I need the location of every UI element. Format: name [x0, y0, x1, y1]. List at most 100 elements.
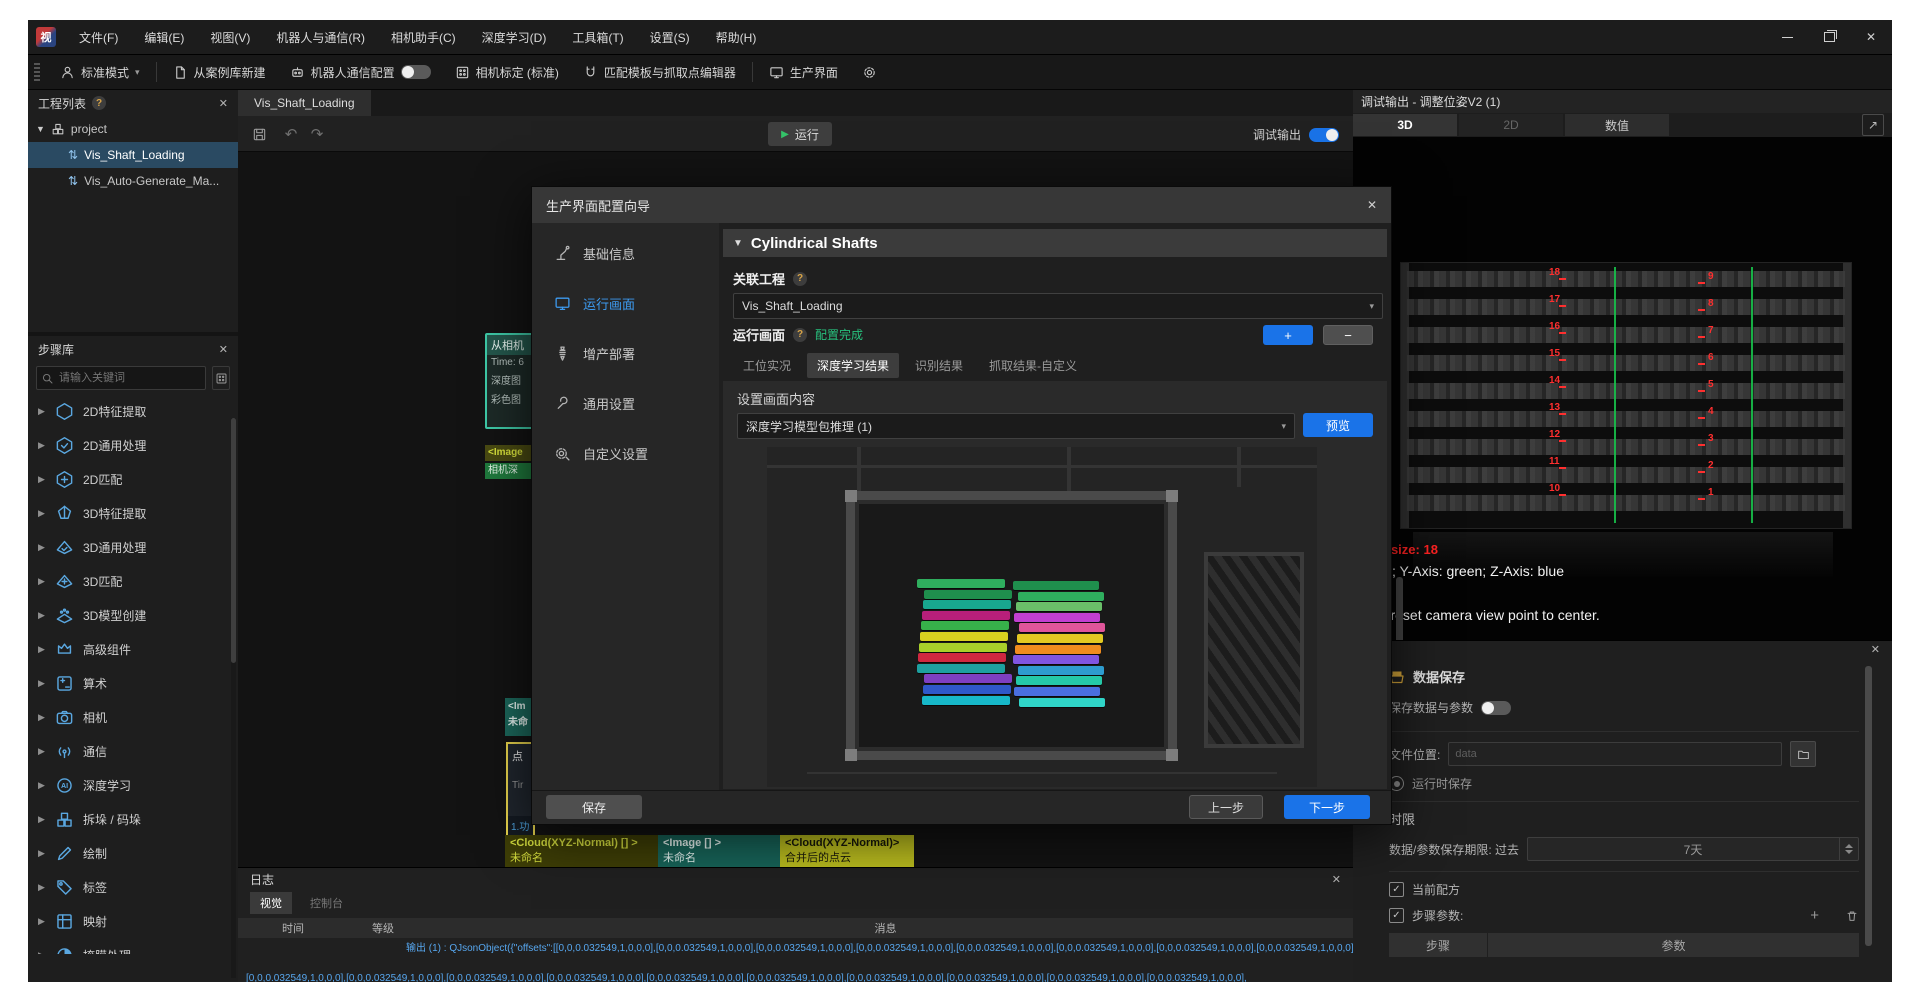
step-category-5[interactable]: ▶3D匹配: [28, 564, 238, 598]
step-params-checkbox[interactable]: ✓: [1389, 908, 1404, 923]
run-screen-tab-0[interactable]: 工位实况: [733, 353, 801, 378]
expand-icon[interactable]: ▶: [38, 780, 46, 791]
close-icon[interactable]: ✕: [219, 97, 228, 110]
expand-icon[interactable]: ▶: [38, 576, 46, 587]
step-search-input[interactable]: [36, 366, 206, 390]
current-recipe-checkbox[interactable]: ✓: [1389, 882, 1404, 897]
viewport-scrollbar[interactable]: [1396, 577, 1403, 640]
menu-item-5[interactable]: 深度学习(D): [469, 20, 560, 54]
dialog-nav-3[interactable]: 通用设置: [532, 389, 719, 417]
maximize-button[interactable]: [1808, 20, 1850, 54]
save-data-toggle[interactable]: [1481, 701, 1511, 715]
debug-output-toggle[interactable]: [1309, 128, 1339, 142]
settings-gear-button[interactable]: [850, 54, 889, 90]
undo-button[interactable]: ↶: [280, 123, 302, 145]
toolbar-button-1[interactable]: 机器人通信配置: [278, 54, 443, 90]
step-category-2[interactable]: ▶2D匹配: [28, 462, 238, 496]
expand-icon[interactable]: ▶: [38, 678, 46, 689]
port-type-tag-1[interactable]: <Image [] >未命名: [658, 835, 783, 869]
minimize-button[interactable]: [1766, 20, 1808, 54]
debug-tab-数值[interactable]: 数值: [1565, 114, 1669, 136]
dialog-nav-0[interactable]: 基础信息: [532, 239, 719, 267]
linked-project-select[interactable]: Vis_Shaft_Loading ▾: [733, 293, 1383, 319]
step-category-3[interactable]: ▶3D特征提取: [28, 496, 238, 530]
node-footer-link[interactable]: 1.功: [508, 816, 533, 835]
help-icon[interactable]: ?: [793, 272, 807, 286]
file-location-input[interactable]: [1448, 742, 1782, 766]
redo-button[interactable]: ↷: [306, 123, 328, 145]
help-icon[interactable]: ?: [92, 96, 106, 110]
robot-comm-toggle[interactable]: [401, 65, 431, 79]
panel-scrollbar[interactable]: [1865, 666, 1872, 946]
step-category-12[interactable]: ▶拆垛 / 码垛: [28, 802, 238, 836]
expand-icon[interactable]: ▶: [38, 406, 46, 417]
expand-icon[interactable]: ▶: [38, 508, 46, 519]
toolbar-button-0[interactable]: 从案例库新建: [161, 54, 278, 90]
step-category-1[interactable]: ▶2D通用处理: [28, 428, 238, 462]
close-icon[interactable]: ✕: [1332, 873, 1341, 886]
project-root-row[interactable]: ▼ project: [28, 116, 238, 142]
expand-icon[interactable]: ▶: [38, 916, 46, 927]
expand-icon[interactable]: ▶: [38, 746, 46, 757]
toolbar-button-3[interactable]: 匹配模板与抓取点编辑器: [571, 54, 748, 90]
step-category-0[interactable]: ▶2D特征提取: [28, 394, 238, 428]
expand-icon[interactable]: ▶: [38, 542, 46, 553]
expand-icon[interactable]: ▶: [38, 440, 46, 451]
drag-handle[interactable]: [34, 63, 40, 81]
close-icon[interactable]: ✕: [219, 343, 228, 356]
menu-item-2[interactable]: 视图(V): [197, 20, 263, 54]
pop-out-button[interactable]: ↗: [1862, 114, 1884, 136]
expand-icon[interactable]: ▶: [38, 644, 46, 655]
step-category-15[interactable]: ▶映射: [28, 904, 238, 938]
expand-icon[interactable]: ▶: [38, 882, 46, 893]
step-panel-toggle-button[interactable]: [212, 366, 230, 390]
section-header[interactable]: ▼ Cylindrical Shafts: [723, 229, 1387, 257]
step-category-10[interactable]: ▶通信: [28, 734, 238, 768]
toolbar-button-2[interactable]: 相机标定 (标准): [443, 54, 571, 90]
dialog-nav-1[interactable]: 运行画面: [532, 289, 719, 317]
step-category-7[interactable]: ▶高级组件: [28, 632, 238, 666]
expand-icon[interactable]: ▶: [38, 474, 46, 485]
spinner-arrows[interactable]: [1839, 838, 1858, 860]
close-icon[interactable]: ✕: [1871, 643, 1880, 656]
expand-icon[interactable]: ▶: [38, 848, 46, 859]
expand-icon[interactable]: ▶: [38, 950, 46, 955]
log-tab-0[interactable]: 视觉: [250, 892, 292, 914]
step-category-8[interactable]: ▶算术: [28, 666, 238, 700]
save-button[interactable]: 保存: [546, 795, 642, 819]
debug-tab-3d[interactable]: 3D: [1353, 114, 1457, 136]
previous-step-button[interactable]: 上一步: [1189, 795, 1263, 819]
save-project-button[interactable]: [248, 123, 270, 145]
remove-screen-button[interactable]: −: [1323, 325, 1373, 345]
menu-item-6[interactable]: 工具箱(T): [559, 20, 636, 54]
step-category-13[interactable]: ▶绘制: [28, 836, 238, 870]
3d-viewport[interactable]: 181716151413121110987654321 ist 1: size:…: [1353, 137, 1892, 640]
port-type-tag-2[interactable]: <Cloud(XYZ-Normal)>合并后的点云: [780, 835, 914, 869]
debug-tab-2d[interactable]: 2D: [1459, 114, 1563, 136]
step-category-6[interactable]: ▶3D模型创建: [28, 598, 238, 632]
dialog-nav-2[interactable]: 增产部署: [532, 339, 719, 367]
help-icon[interactable]: ?: [793, 328, 807, 342]
dialog-titlebar[interactable]: 生产界面配置向导 ✕: [532, 187, 1391, 223]
dialog-nav-4[interactable]: 自定义设置: [532, 439, 719, 467]
project-item-1[interactable]: ⇅Vis_Auto-Generate_Ma...: [28, 168, 238, 194]
preview-button[interactable]: 预览: [1303, 413, 1373, 437]
log-tab-1[interactable]: 控制台: [300, 892, 353, 914]
menu-item-4[interactable]: 相机助手(C): [378, 20, 469, 54]
menu-item-0[interactable]: 文件(F): [66, 20, 131, 54]
run-screen-tab-2[interactable]: 识别结果: [905, 353, 973, 378]
step-category-4[interactable]: ▶3D通用处理: [28, 530, 238, 564]
document-tab[interactable]: Vis_Shaft_Loading: [238, 90, 371, 116]
trash-icon[interactable]: [1845, 909, 1859, 923]
close-button[interactable]: ✕: [1850, 20, 1892, 54]
content-select[interactable]: 深度学习模型包推理 (1) ▾: [737, 413, 1295, 439]
close-icon[interactable]: ✕: [1367, 198, 1377, 212]
toolbar-button-4[interactable]: 生产界面: [757, 54, 850, 90]
step-category-9[interactable]: ▶相机: [28, 700, 238, 734]
next-step-button[interactable]: 下一步: [1284, 795, 1370, 819]
add-param-button[interactable]: +: [1810, 907, 1819, 924]
camera-step-node[interactable]: 从相机 Time: 6 深度图 彩色图: [485, 333, 537, 429]
retention-spinbox[interactable]: 7天: [1527, 837, 1859, 861]
mode-selector[interactable]: 标准模式 ▾: [48, 54, 152, 90]
step-category-16[interactable]: ▶掩膜处理: [28, 938, 238, 954]
